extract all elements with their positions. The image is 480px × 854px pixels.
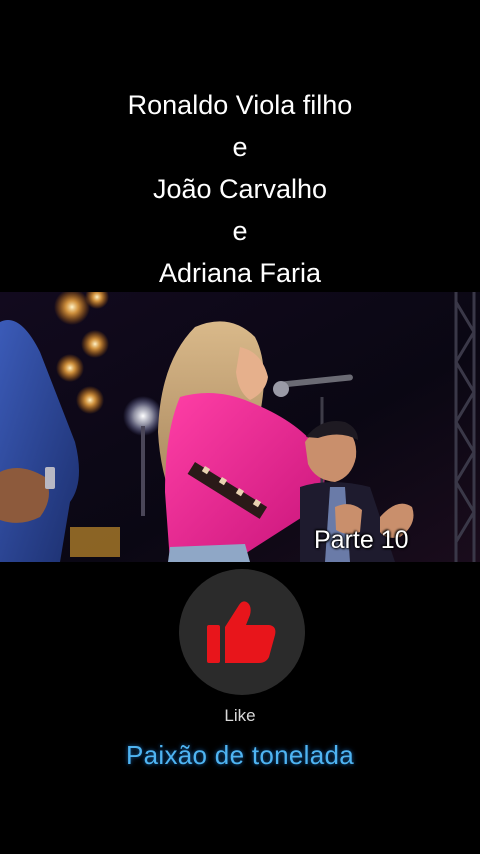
like-label: Like	[224, 706, 256, 725]
title-line-1: Ronaldo Viola filho	[127, 90, 353, 120]
video-player[interactable]	[0, 292, 480, 562]
concert-scene-image	[0, 292, 480, 562]
title-line-5: Adriana Faria	[158, 258, 322, 288]
title-line-4: e	[232, 216, 248, 246]
channel-name[interactable]: Paixão de tonelada	[0, 738, 480, 772]
part-number-label: Parte 10	[314, 526, 409, 554]
title-line-3: João Carvalho	[152, 174, 328, 204]
like-button[interactable]	[179, 569, 305, 695]
thumbs-up-icon	[207, 601, 276, 663]
video-title: Ronaldo Viola filho e João Carvalho e Ad…	[0, 84, 480, 294]
title-line-2: e	[232, 132, 248, 162]
